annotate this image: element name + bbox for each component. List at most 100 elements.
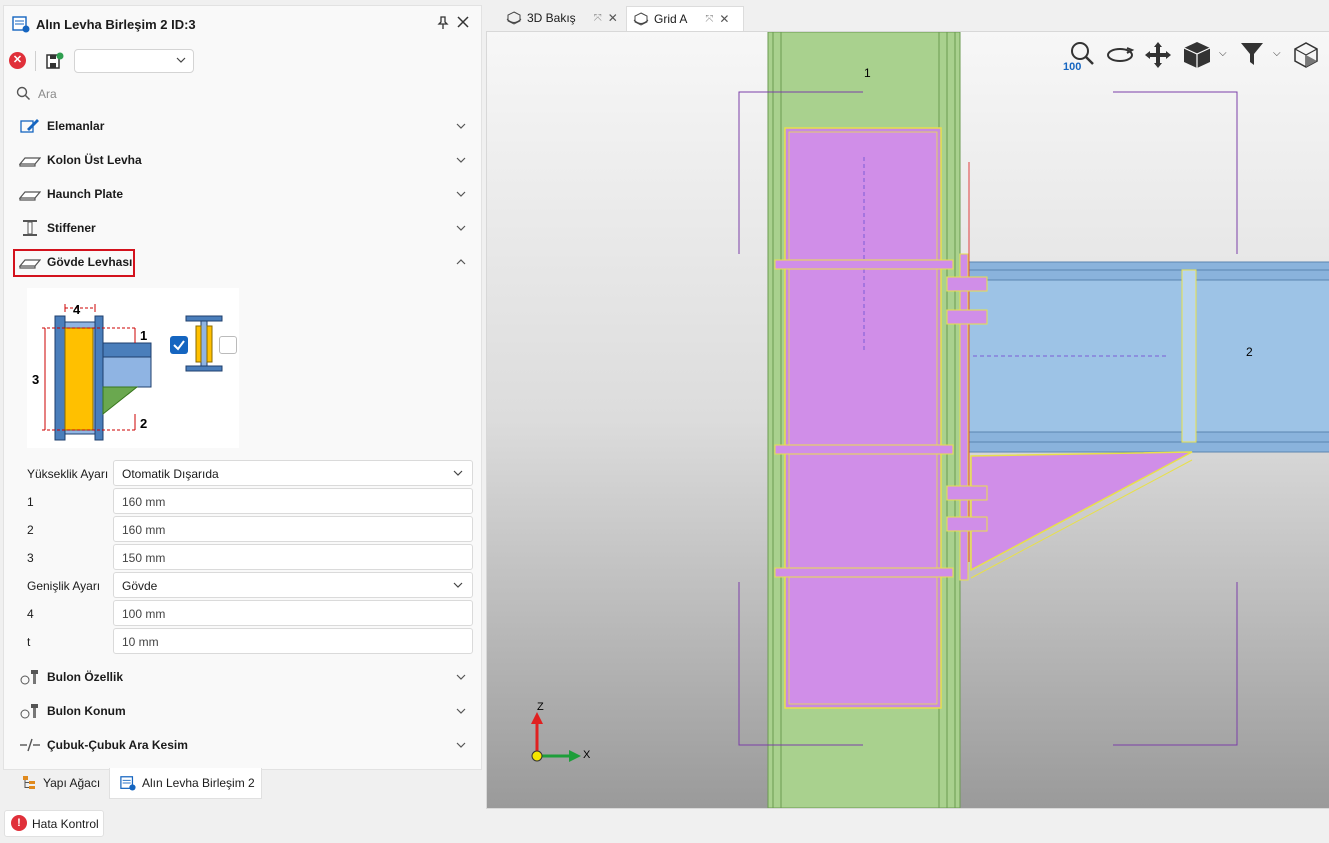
section-label: Gövde Levhası: [47, 255, 133, 269]
tab-3d-bakis[interactable]: 3D Bakış ⤧ ✕: [500, 6, 622, 30]
section-haunch-plate[interactable]: Haunch Plate: [4, 178, 481, 210]
field-1: 1 160 mm: [4, 488, 481, 514]
error-check-button[interactable]: ! Hata Kontrol: [4, 810, 104, 837]
field-value: 160 mm: [122, 523, 166, 537]
rotate-icon[interactable]: [1105, 44, 1135, 66]
plate-icon: [19, 191, 41, 201]
field-3: 3 150 mm: [4, 544, 481, 570]
field-label: 4: [27, 607, 34, 621]
close-icon[interactable]: [455, 14, 471, 30]
tab-alin-levha-birlesim[interactable]: Alın Levha Birleşim 2: [109, 768, 262, 799]
beam-member[interactable]: [966, 261, 1329, 453]
section-label: Stiffener: [47, 221, 96, 235]
chevron-down-icon: [176, 57, 186, 63]
field-4: 4 100 mm: [4, 600, 481, 626]
field-label: 3: [27, 551, 34, 565]
search-icon: [16, 86, 31, 101]
chevron-down-icon: [456, 674, 466, 680]
properties-panel: Alın Levha Birleşim 2 ID:3 ✕ Ara Elemanl…: [3, 5, 482, 770]
section-stiffener[interactable]: Stiffener: [4, 212, 481, 244]
section-kolon-ust-levha[interactable]: Kolon Üst Levha: [4, 144, 481, 176]
axis-x-label: X: [583, 749, 591, 761]
close-tab-icon[interactable]: ✕: [608, 11, 618, 25]
web-plate[interactable]: [784, 127, 942, 709]
chevron-down-icon: [453, 470, 463, 476]
option-checkbox-unchecked[interactable]: [219, 336, 237, 354]
3d-view-icon: [633, 12, 649, 26]
panel-title-bar: Alın Levha Birleşim 2 ID:3: [4, 6, 481, 42]
member-label-beam: 2: [1246, 345, 1253, 359]
search-box[interactable]: Ara: [4, 82, 481, 106]
field-value: 100 mm: [122, 607, 166, 621]
axis-z-label: Z: [537, 701, 544, 713]
section-label: Bulon Konum: [47, 704, 126, 718]
tab-grid-a[interactable]: Grid A ⤧ ✕: [626, 6, 744, 31]
cancel-icon[interactable]: ✕: [9, 52, 26, 69]
tab-yapi-agaci[interactable]: Yapı Ağacı: [13, 768, 109, 798]
error-icon: !: [11, 815, 27, 831]
tab-label: 3D Bakış: [527, 11, 576, 25]
diagram-label-1: 1: [140, 328, 147, 343]
dimension-1-input[interactable]: 160 mm: [113, 488, 473, 514]
section-label: Çubuk-Çubuk Ara Kesim: [47, 738, 188, 752]
panel-title: Alın Levha Birleşim 2 ID:3: [36, 16, 196, 32]
filter-icon[interactable]: [1239, 40, 1265, 68]
section-label: Haunch Plate: [47, 187, 124, 201]
dimension-4-input[interactable]: 100 mm: [113, 600, 473, 626]
error-check-label: Hata Kontrol: [32, 817, 99, 831]
unpin-icon[interactable]: ⤧: [594, 13, 602, 24]
stiffener-icon: [23, 220, 37, 236]
dimension-2-input[interactable]: 160 mm: [113, 516, 473, 542]
chevron-down-icon[interactable]: ⌵: [1219, 48, 1227, 59]
save-template-icon[interactable]: [46, 52, 64, 70]
chevron-down-icon: [456, 123, 466, 129]
unpin-icon[interactable]: ⤧: [705, 14, 713, 25]
bolt-icon: [20, 704, 38, 719]
connection-settings-icon: [120, 776, 136, 791]
plate-icon: [19, 259, 41, 269]
field-value: Otomatik Dışarıda: [122, 467, 219, 481]
template-dropdown[interactable]: [74, 49, 194, 73]
diagram-label-4: 4: [73, 302, 81, 317]
field-label: 1: [27, 495, 34, 509]
chevron-down-icon: [453, 582, 463, 588]
section-govde-levhasi[interactable]: Gövde Levhası: [4, 246, 481, 278]
section-cubuk-ara-kesim[interactable]: Çubuk-Çubuk Ara Kesim: [4, 729, 481, 761]
plate-icon: [19, 157, 41, 167]
diagram-label-3: 3: [32, 372, 39, 387]
section-label: Bulon Özellik: [47, 670, 124, 684]
chevron-down-icon: [456, 225, 466, 231]
search-input[interactable]: Ara: [38, 87, 57, 101]
field-2: 2 160 mm: [4, 516, 481, 542]
section-box-icon[interactable]: [1291, 40, 1321, 70]
height-mode-select[interactable]: Otomatik Dışarıda: [113, 460, 473, 486]
member-label-column: 1: [864, 66, 871, 80]
cut-icon: [20, 738, 40, 752]
field-genislik-ayari: Genişlik Ayarı Gövde: [4, 572, 481, 598]
section-elemanlar[interactable]: Elemanlar: [4, 110, 481, 142]
3d-viewport[interactable]: 1 2 Z X 100 ⌵ ⌵: [486, 31, 1329, 809]
pin-icon[interactable]: [435, 15, 451, 31]
field-label: 2: [27, 523, 34, 537]
tab-label: Grid A: [654, 12, 688, 26]
toolbar-divider: [35, 51, 36, 71]
section-bulon-ozellik[interactable]: Bulon Özellik: [4, 661, 481, 693]
tab-label: Alın Levha Birleşim 2: [142, 776, 255, 790]
field-label: Yükseklik Ayarı: [27, 467, 109, 481]
section-label: Kolon Üst Levha: [47, 153, 142, 167]
panel-toolbar: ✕: [4, 46, 481, 74]
pan-icon[interactable]: [1143, 40, 1173, 70]
view-cube-icon[interactable]: [1181, 40, 1215, 70]
width-mode-select[interactable]: Gövde: [113, 572, 473, 598]
field-value: 10 mm: [122, 635, 159, 649]
field-yukseklik-ayari: Yükseklik Ayarı Otomatik Dışarıda: [4, 460, 481, 486]
dimension-3-input[interactable]: 150 mm: [113, 544, 473, 570]
chevron-down-icon[interactable]: ⌵: [1273, 48, 1281, 59]
pencil-icon: [20, 119, 39, 133]
thickness-input[interactable]: 10 mm: [113, 628, 473, 654]
viewport-toolbar: 100 ⌵ ⌵: [1061, 38, 1327, 74]
chevron-down-icon: [456, 742, 466, 748]
close-tab-icon[interactable]: ✕: [719, 12, 729, 26]
section-bulon-konum[interactable]: Bulon Konum: [4, 695, 481, 727]
field-value: 150 mm: [122, 551, 166, 565]
